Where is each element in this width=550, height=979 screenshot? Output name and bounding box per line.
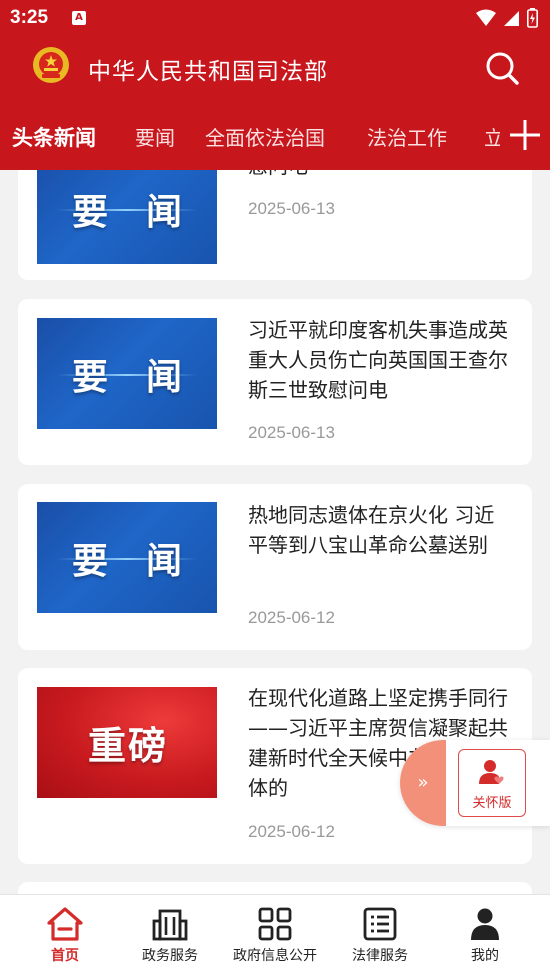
news-card[interactable]: 要闻 印度总统穆尔穆、总理莫迪致慰问电 2025-06-13 [18,170,532,280]
home-icon [47,907,83,941]
news-date: 2025-06-13 [248,423,335,442]
news-thumbnail: 要闻 [37,170,217,264]
elder-care-icon [479,760,504,784]
news-thumbnail: 要闻 [37,502,217,613]
news-date: 2025-06-13 [248,199,335,218]
battery-icon [527,8,538,28]
wifi-icon [476,9,496,26]
nav-government-services[interactable]: 政务服务 [115,895,225,979]
search-icon[interactable] [482,48,522,88]
nav-home[interactable]: 首页 [10,895,120,979]
tab-important-news[interactable]: 要闻 [135,122,175,151]
app-title: 中华人民共和国司法部 [88,59,328,85]
news-card[interactable]: 要闻 习近平就印度客机失事造成英重大人员伤亡向英国国王查尔斯三世致慰问电 202… [18,299,532,465]
category-tabs: 头条新闻 要闻 全面依法治国 法治工作 立 [0,100,550,170]
building-icon [152,909,188,941]
news-card[interactable]: 要闻 热地同志遗体在京火化 习近平等到八宝山革命公墓送别 2025-06-12 [18,484,532,650]
news-date: 2025-06-12 [248,608,335,627]
tab-strip: 头条新闻 要闻 全面依法治国 法治工作 立 [0,100,500,170]
news-title: 习近平就印度客机失事造成英重大人员伤亡向英国国王查尔斯三世致慰问电 [248,318,508,402]
signal-icon [504,11,519,26]
national-emblem-icon [33,47,69,83]
app-header: 3:25 A 中华人民共和国司法部 头条新闻 要闻 全面依法治国 法治工作 立 [0,0,550,170]
grid-icon [258,907,292,941]
news-title: 热地同志遗体在京火化 习近平等到八宝山革命公墓送别 [248,503,495,557]
care-mode-label: 关怀版 [472,796,512,811]
status-time: 3:25 [10,7,49,28]
news-date: 2025-06-12 [248,822,335,841]
news-card[interactable] [18,882,532,894]
title-bar: 中华人民共和国司法部 [0,36,550,100]
nav-government-info[interactable]: 政府信息公开 [220,895,330,979]
tab-more[interactable]: 立 [484,122,500,151]
tab-rule-of-law[interactable]: 全面依法治国 [205,122,325,151]
nav-legal-services[interactable]: 法律服务 [325,895,435,979]
add-tab-icon[interactable] [508,118,542,152]
list-icon [363,907,397,941]
care-mode-button[interactable]: 关怀版 [458,749,526,817]
tab-legal-work[interactable]: 法治工作 [367,122,447,151]
news-thumbnail: 重磅 [37,687,217,798]
nav-mine[interactable]: 我的 [430,895,540,979]
news-thumbnail: 要闻 [37,318,217,429]
bottom-navigation: 首页 政务服务 政府信息公开 法律服务 我的 [0,894,550,979]
tab-headlines[interactable]: 头条新闻 [12,122,96,152]
status-bar: 3:25 A [0,0,550,36]
news-title: 印度总统穆尔穆、总理莫迪致慰问电 [248,170,510,181]
user-icon [471,908,499,940]
status-icons [476,8,538,28]
notification-badge-icon: A [72,11,86,25]
